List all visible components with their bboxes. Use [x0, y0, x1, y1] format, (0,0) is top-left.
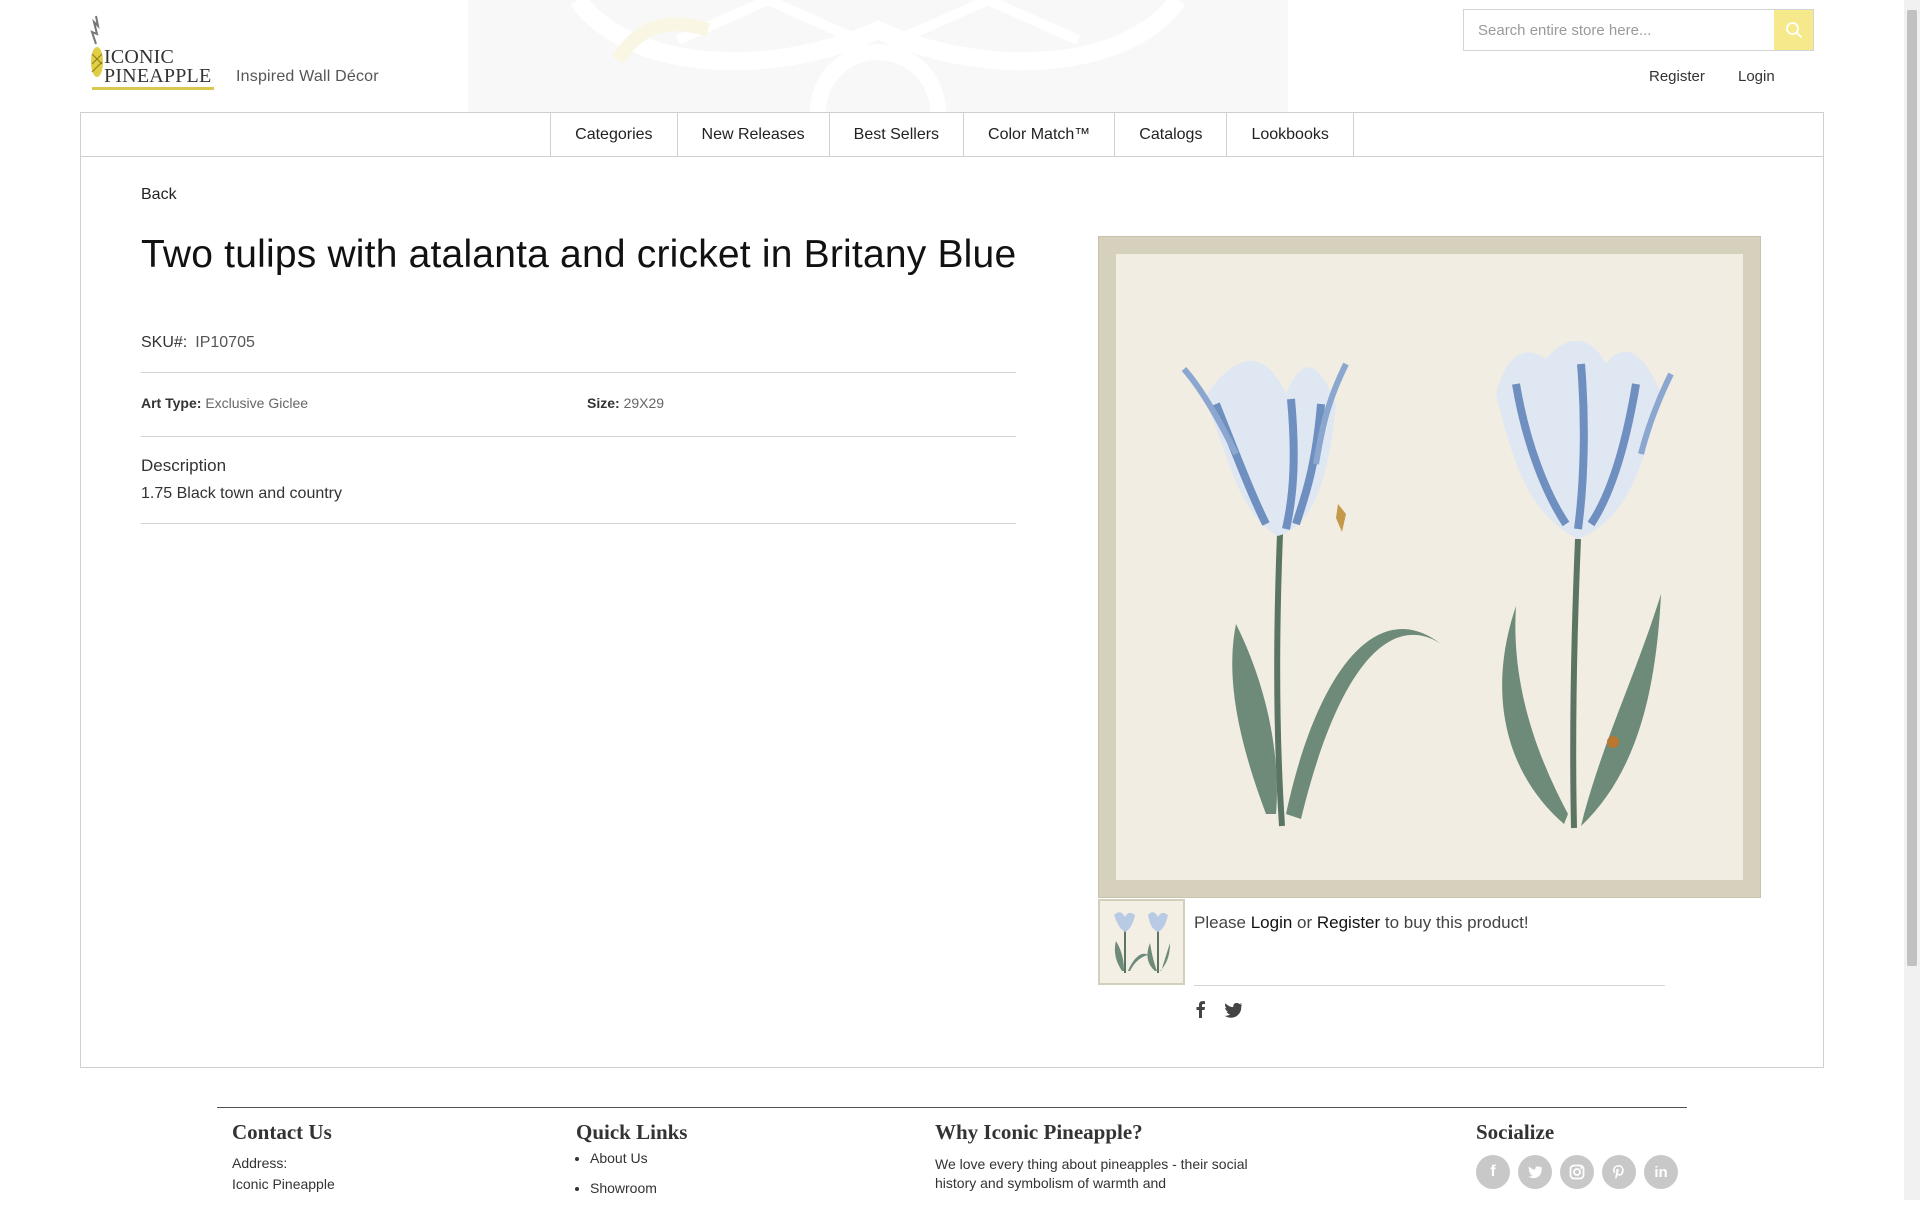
socialize-heading: Socialize — [1476, 1120, 1555, 1144]
sku-value: IP10705 — [195, 334, 255, 351]
logo-line-2: PINEAPPLE — [104, 65, 212, 87]
footer-divider — [217, 1107, 1687, 1108]
pinterest-icon[interactable] — [1602, 1155, 1636, 1189]
main-navigation: Categories New Releases Best Sellers Col… — [80, 112, 1824, 157]
logo-underline — [92, 87, 214, 90]
quick-link-about-us[interactable]: About Us — [590, 1150, 657, 1166]
thumbnail-artwork-illustration — [1114, 912, 1170, 973]
search-box — [1463, 9, 1814, 51]
nav-item-lookbooks[interactable]: Lookbooks — [1227, 113, 1354, 156]
linkedin-icon[interactable]: in — [1644, 1155, 1678, 1189]
art-type: Art Type: Exclusive Giclee — [141, 395, 308, 411]
scrollbar-thumb[interactable] — [1907, 10, 1917, 966]
product-thumbnail[interactable] — [1098, 899, 1185, 985]
buy-prompt-suffix: to buy this product! — [1380, 913, 1529, 932]
twitter-icon[interactable] — [1518, 1155, 1552, 1189]
art-type-value: Exclusive Giclee — [205, 395, 309, 411]
size-value: 29X29 — [623, 395, 665, 411]
buy-register-link[interactable]: Register — [1317, 913, 1380, 932]
buy-prompt-or: or — [1292, 913, 1317, 932]
nav-item-catalogs[interactable]: Catalogs — [1115, 113, 1228, 156]
search-button[interactable] — [1774, 10, 1813, 50]
nav-item-best-sellers[interactable]: Best Sellers — [830, 113, 965, 156]
address-line-1: Iconic Pineapple — [232, 1176, 335, 1192]
why-text: We love every thing about pineapples - t… — [935, 1156, 1248, 1191]
address-label: Address: — [232, 1155, 288, 1171]
nav-item-new-releases[interactable]: New Releases — [678, 113, 830, 156]
divider — [141, 436, 1016, 437]
buy-prompt: Please Login or Register to buy this pro… — [1194, 913, 1529, 933]
divider — [1194, 985, 1665, 986]
search-icon — [1785, 22, 1802, 39]
search-input[interactable] — [1464, 10, 1774, 50]
divider — [141, 523, 1016, 524]
buy-prompt-prefix: Please — [1194, 913, 1251, 932]
contact-heading: Contact Us — [232, 1120, 332, 1144]
divider — [141, 372, 1016, 373]
twitter-share-icon[interactable] — [1223, 1000, 1243, 1020]
site-tagline: Inspired Wall Décor — [236, 68, 379, 85]
size-label: Size: — [587, 395, 620, 411]
header-login-link[interactable]: Login — [1738, 68, 1775, 85]
product-sku: SKU#: IP10705 — [141, 334, 255, 352]
logo-text: ICONIC PINEAPPLE — [104, 47, 212, 87]
quick-link-showroom[interactable]: Showroom — [590, 1180, 657, 1196]
sku-label: SKU#: — [141, 334, 188, 351]
header-register-link[interactable]: Register — [1649, 68, 1705, 85]
nav-item-categories[interactable]: Categories — [550, 113, 678, 156]
site-logo[interactable]: ICONIC PINEAPPLE — [88, 14, 214, 90]
quick-links-list: About Us Showroom — [576, 1150, 657, 1210]
instagram-icon[interactable] — [1560, 1155, 1594, 1189]
description-text: 1.75 Black town and country — [141, 485, 343, 502]
nav-item-color-match[interactable]: Color Match™ — [964, 113, 1116, 156]
product-image[interactable] — [1098, 236, 1761, 898]
back-link[interactable]: Back — [141, 186, 177, 204]
size: Size: 29X29 — [587, 395, 664, 411]
art-type-label: Art Type: — [141, 395, 202, 411]
header-decorative-background — [468, 0, 1288, 112]
tulip-artwork-illustration — [1181, 340, 1674, 829]
quick-links-heading: Quick Links — [576, 1120, 688, 1144]
buy-login-link[interactable]: Login — [1251, 913, 1293, 932]
product-title: Two tulips with atalanta and cricket in … — [141, 233, 1017, 276]
why-heading: Why Iconic Pineapple? — [935, 1120, 1143, 1144]
description-heading: Description — [141, 456, 227, 475]
facebook-icon[interactable]: f — [1476, 1155, 1510, 1189]
facebook-share-icon[interactable] — [1191, 1000, 1211, 1020]
